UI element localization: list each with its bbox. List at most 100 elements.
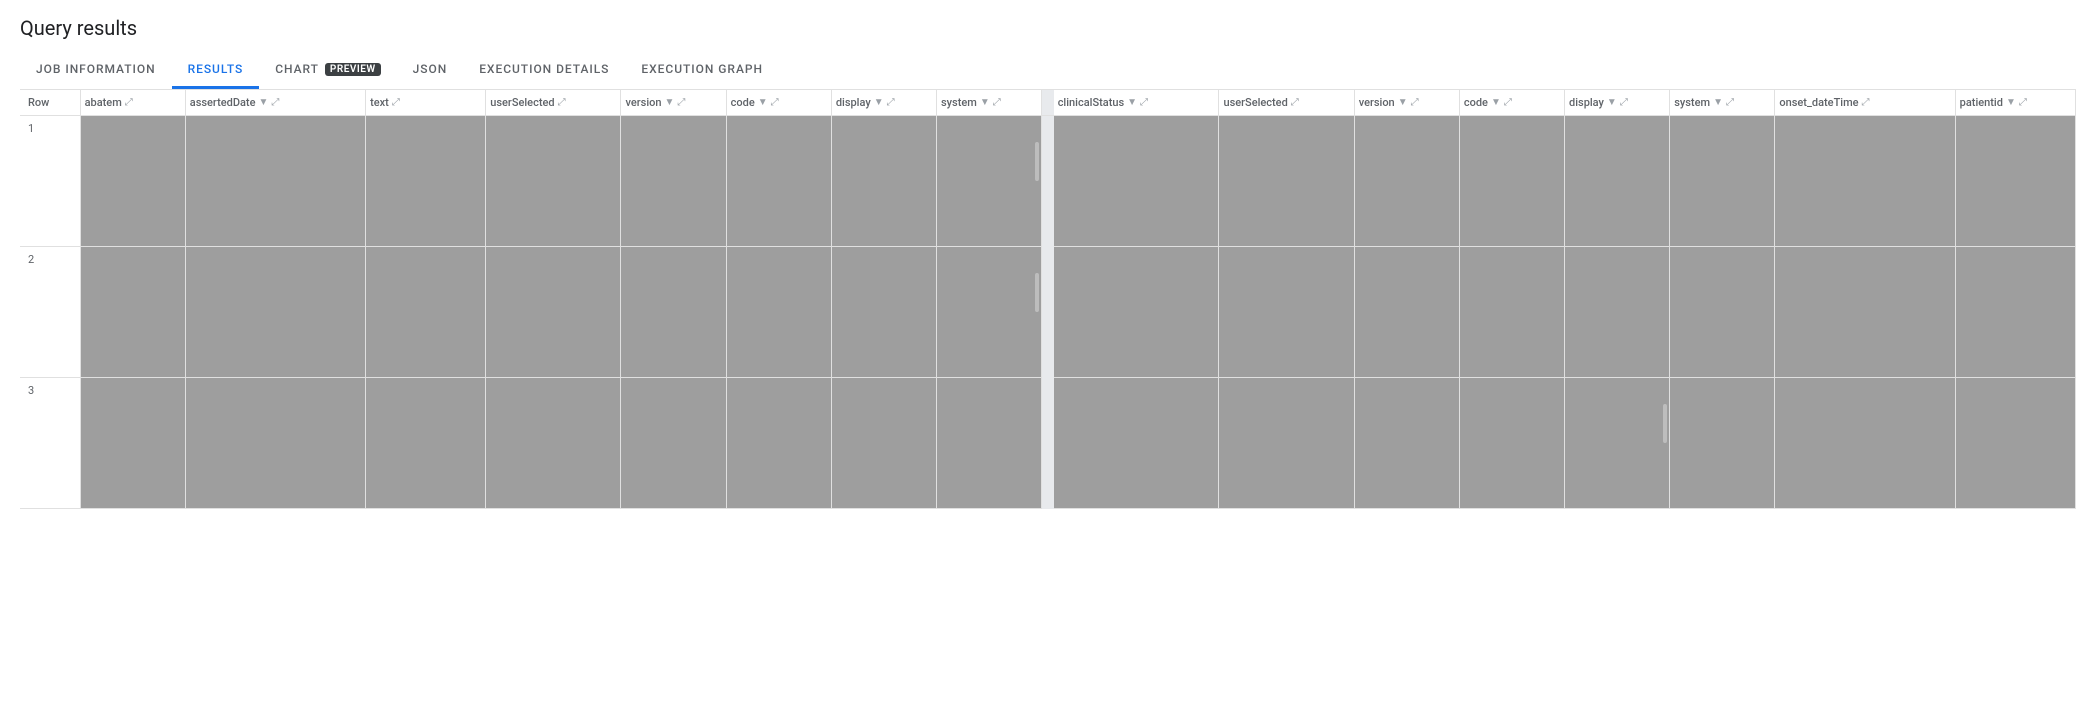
expand-icon-userSelected: ⤢ (558, 97, 566, 108)
cell-r3-c10[interactable] (1354, 378, 1459, 509)
table-row: 3 (20, 378, 2076, 509)
cell-r1-c10[interactable] (1354, 116, 1459, 247)
cell-r1-c12[interactable] (1565, 116, 1670, 247)
cell-r2-c7[interactable] (937, 247, 1042, 378)
col-header-abatem[interactable]: abatem ⤢ (80, 90, 185, 116)
row-num-3: 3 (20, 378, 80, 509)
scroll-divider (1042, 90, 1054, 116)
col-header-patientid[interactable]: patientid ▼ ⤢ (1955, 90, 2075, 116)
cell-r2-c6[interactable] (831, 247, 936, 378)
cell-r1-c9[interactable] (1219, 116, 1354, 247)
cell-r2-c14[interactable] (1775, 247, 1955, 378)
tab-chart[interactable]: CHART PREVIEW (259, 52, 396, 89)
scroll-divider-cell (1042, 247, 1054, 378)
cell-r3-c14[interactable] (1775, 378, 1955, 509)
cell-r3-c13[interactable] (1670, 378, 1775, 509)
tabs-bar: JOB INFORMATION RESULTS CHART PREVIEW JS… (20, 52, 2076, 90)
cell-r1-c15[interactable] (1955, 116, 2075, 247)
col-header-code2[interactable]: code ▼ ⤢ (1459, 90, 1564, 116)
cell-r2-c1[interactable] (185, 247, 365, 378)
col-header-code[interactable]: code ▼ ⤢ (726, 90, 831, 116)
sort-icon-version: ▼ (664, 97, 674, 108)
sort-icon-code2: ▼ (1491, 97, 1501, 108)
sort-icon-assertedDate: ▼ (259, 97, 269, 108)
expand-icon-display2: ⤢ (1620, 97, 1628, 108)
cell-r1-c2[interactable] (366, 116, 486, 247)
cell-r1-c7[interactable] (937, 116, 1042, 247)
col-header-system[interactable]: system ▼ ⤢ (937, 90, 1042, 116)
table-row: 2 (20, 247, 2076, 378)
cell-r1-c13[interactable] (1670, 116, 1775, 247)
cell-r3-c6[interactable] (831, 378, 936, 509)
cell-r1-c0[interactable] (80, 116, 185, 247)
cell-r1-c3[interactable] (486, 116, 621, 247)
cell-r2-c10[interactable] (1354, 247, 1459, 378)
col-header-userSelected[interactable]: userSelected ⤢ (486, 90, 621, 116)
sort-icon-display: ▼ (874, 97, 884, 108)
cell-r2-c3[interactable] (486, 247, 621, 378)
cell-r1-c14[interactable] (1775, 116, 1955, 247)
col-header-version[interactable]: version ▼ ⤢ (621, 90, 726, 116)
cell-r3-c9[interactable] (1219, 378, 1354, 509)
expand-icon-system2: ⤢ (1726, 97, 1734, 108)
cell-r2-c0[interactable] (80, 247, 185, 378)
col-header-text[interactable]: text ⤢ (366, 90, 486, 116)
cell-r1-c4[interactable] (621, 116, 726, 247)
sort-icon-clinicalStatus: ▼ (1127, 97, 1137, 108)
cell-r2-c15[interactable] (1955, 247, 2075, 378)
row-num-2: 2 (20, 247, 80, 378)
page-wrapper: Query results JOB INFORMATION RESULTS CH… (0, 0, 2096, 509)
cell-r3-c5[interactable] (726, 378, 831, 509)
col-header-assertedDate[interactable]: assertedDate ▼ ⤢ (185, 90, 365, 116)
cell-r1-c11[interactable] (1459, 116, 1564, 247)
cell-r3-c2[interactable] (366, 378, 486, 509)
tab-execution-details[interactable]: EXECUTION DETAILS (463, 52, 625, 89)
cell-r1-c5[interactable] (726, 116, 831, 247)
cell-r1-c1[interactable] (185, 116, 365, 247)
tab-job-information[interactable]: JOB INFORMATION (20, 52, 172, 89)
cell-r3-c12[interactable] (1565, 378, 1670, 509)
cell-r3-c1[interactable] (185, 378, 365, 509)
sort-icon-system: ▼ (980, 97, 990, 108)
cell-r3-c11[interactable] (1459, 378, 1564, 509)
sort-icon-version2: ▼ (1398, 97, 1408, 108)
results-table-container[interactable]: Row abatem ⤢ assertedDate ▼ (20, 90, 2076, 509)
col-header-version2[interactable]: version ▼ ⤢ (1354, 90, 1459, 116)
sort-icon-display2: ▼ (1607, 97, 1617, 108)
col-header-userSelected2[interactable]: userSelected ⤢ (1219, 90, 1354, 116)
cell-r2-c12[interactable] (1565, 247, 1670, 378)
col-header-onset-dateTime[interactable]: onset_dateTime ⤢ (1775, 90, 1955, 116)
cell-r3-c3[interactable] (486, 378, 621, 509)
cell-r2-c5[interactable] (726, 247, 831, 378)
cell-r1-c6[interactable] (831, 116, 936, 247)
expand-icon-display: ⤢ (887, 97, 895, 108)
cell-r3-c4[interactable] (621, 378, 726, 509)
col-header-row: Row (20, 90, 80, 116)
col-header-clinicalStatus[interactable]: clinicalStatus ▼ ⤢ (1054, 90, 1219, 116)
expand-icon-version: ⤢ (677, 97, 685, 108)
col-header-display2[interactable]: display ▼ ⤢ (1565, 90, 1670, 116)
cell-r2-c4[interactable] (621, 247, 726, 378)
cell-r2-c8[interactable] (1054, 247, 1219, 378)
cell-r2-c9[interactable] (1219, 247, 1354, 378)
scroll-divider-cell (1042, 116, 1054, 247)
expand-icon-abatem: ⤢ (125, 97, 133, 108)
cell-r3-c7[interactable] (937, 378, 1042, 509)
tab-json[interactable]: JSON (397, 52, 464, 89)
expand-icon-version2: ⤢ (1411, 97, 1419, 108)
cell-r3-c8[interactable] (1054, 378, 1219, 509)
preview-badge: PREVIEW (325, 63, 381, 76)
col-header-display[interactable]: display ▼ ⤢ (831, 90, 936, 116)
cell-r2-c11[interactable] (1459, 247, 1564, 378)
cell-r2-c13[interactable] (1670, 247, 1775, 378)
expand-icon-system: ⤢ (993, 97, 1001, 108)
cell-r3-c0[interactable] (80, 378, 185, 509)
tab-results[interactable]: RESULTS (172, 52, 260, 89)
results-table: Row abatem ⤢ assertedDate ▼ (20, 90, 2076, 509)
page-title: Query results (20, 16, 2076, 40)
tab-execution-graph[interactable]: EXECUTION GRAPH (625, 52, 779, 89)
cell-r3-c15[interactable] (1955, 378, 2075, 509)
col-header-system2[interactable]: system ▼ ⤢ (1670, 90, 1775, 116)
cell-r2-c2[interactable] (366, 247, 486, 378)
cell-r1-c8[interactable] (1054, 116, 1219, 247)
